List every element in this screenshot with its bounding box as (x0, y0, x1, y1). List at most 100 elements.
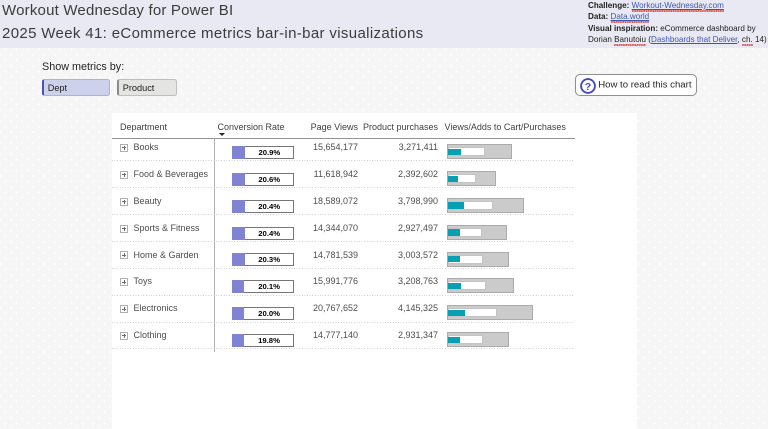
page-views-value: 14,781,539 (313, 250, 358, 260)
department-label: Books (134, 142, 159, 152)
table-row[interactable]: Food & Beverages 20.6% 11,618,942 2,392,… (112, 161, 575, 188)
table-row[interactable]: Clothing 19.8% 14,777,140 2,931,347 (112, 323, 575, 350)
table-row[interactable]: Sports & Fitness 20.4% 14,344,070 2,927,… (112, 215, 575, 242)
conversion-rate-fill (232, 227, 245, 240)
table-row[interactable]: Books 20.9% 15,654,177 3,271,411 (112, 135, 575, 162)
conversion-rate-fill (232, 200, 245, 213)
column-header-department[interactable]: Department (120, 122, 167, 132)
credits-challenge-line: Challenge: Workout-Wednesday.com (588, 0, 767, 11)
help-button[interactable]: ? How to read this chart (575, 74, 697, 96)
challenge-label: Challenge: (588, 1, 629, 10)
conversion-rate-value: 20.9% (245, 146, 294, 159)
help-button-label: How to read this chart (598, 80, 691, 91)
expand-plus-icon[interactable] (120, 144, 128, 152)
product-button-label: Product (123, 83, 155, 93)
purchases-bar (448, 283, 461, 289)
column-header-views-adds-purchases[interactable]: Views/Adds to Cart/Purchases (445, 122, 566, 132)
inspiration-text: eCommerce dashboard by (660, 24, 755, 33)
conversion-rate-bar: 20.4% (232, 227, 294, 240)
department-label: Beauty (134, 196, 162, 206)
purchases-bar (448, 229, 460, 235)
conversion-rate-value: 20.3% (245, 253, 294, 266)
data-link[interactable]: Data.world (611, 12, 650, 21)
table-row[interactable]: Home & Garden 20.3% 14,781,539 3,003,572 (112, 242, 575, 269)
expand-plus-icon[interactable] (120, 251, 128, 259)
product-purchases-value: 2,392,602 (398, 169, 438, 179)
report-canvas: Workout Wednesday for Power BI 2025 Week… (0, 0, 768, 429)
purchases-bar (448, 310, 465, 316)
conversion-rate-value: 20.1% (244, 280, 293, 293)
conversion-rate-fill (232, 307, 244, 320)
purchases-bar (448, 337, 460, 343)
expand-plus-icon[interactable] (120, 171, 128, 179)
product-purchases-value: 4,145,325 (398, 303, 438, 313)
page-views-value: 14,344,070 (313, 223, 358, 233)
conversion-rate-fill (232, 173, 245, 186)
conversion-rate-fill (232, 334, 244, 347)
conversion-rate-bar: 20.6% (232, 173, 294, 186)
spellcheck-squiggle: Data.world (611, 12, 650, 21)
product-purchases-value: 2,927,497 (398, 223, 438, 233)
author-name: Banutoiu (614, 35, 646, 44)
conversion-rate-bar: 19.8% (232, 334, 294, 347)
expand-plus-icon[interactable] (120, 198, 128, 206)
report-header: Workout Wednesday for Power BI 2025 Week… (0, 0, 768, 48)
conversion-rate-value: 19.8% (244, 334, 294, 347)
purchases-bar (448, 149, 462, 155)
dept-button-label: Dept (48, 83, 67, 93)
product-button[interactable]: Product (117, 79, 177, 96)
expand-plus-icon[interactable] (120, 305, 128, 313)
product-purchases-value: 3,798,990 (398, 196, 438, 206)
credits-block: Challenge: Workout-Wednesday.com Data: D… (588, 0, 767, 45)
credits-author-line: Dorian Banutoiu (Dashboards that Deliver… (588, 34, 767, 45)
conversion-rate-bar: 20.1% (232, 280, 294, 293)
expand-plus-icon[interactable] (120, 225, 128, 233)
conversion-rate-fill (232, 146, 245, 159)
column-header-conversion-rate[interactable]: Conversion Rate (218, 122, 285, 132)
conversion-rate-value: 20.0% (244, 307, 293, 320)
credits-data-line: Data: Data.world (588, 11, 767, 22)
conversion-rate-fill (232, 280, 244, 293)
department-label: Sports & Fitness (134, 223, 200, 233)
product-purchases-value: 2,931,347 (398, 330, 438, 340)
product-purchases-value: 3,271,411 (399, 142, 438, 152)
column-header-product-purchases[interactable]: Product purchases (363, 122, 438, 132)
chapter-number: 14) (753, 35, 767, 44)
department-label: Clothing (134, 330, 167, 340)
conversion-rate-value: 20.4% (245, 200, 294, 213)
report-subtitle: 2025 Week 41: eCommerce metrics bar-in-b… (2, 25, 424, 42)
report-title: Workout Wednesday for Power BI (2, 2, 233, 19)
row-separator (112, 348, 575, 349)
table-row[interactable]: Beauty 20.4% 18,589,072 3,798,990 (112, 188, 575, 215)
credits-inspiration-line: Visual inspiration: eCommerce dashboard … (588, 23, 767, 34)
conversion-rate-bar: 20.3% (232, 253, 294, 266)
table-row[interactable]: Toys 20.1% 15,991,776 3,208,763 (112, 269, 575, 296)
dept-button[interactable]: Dept (42, 79, 110, 96)
table-row[interactable]: Electronics 20.0% 20,767,652 4,145,325 (112, 296, 575, 323)
conversion-rate-bar: 20.0% (232, 307, 294, 320)
purchases-bar (448, 256, 460, 262)
data-label: Data: (588, 12, 608, 21)
spellcheck-squiggle: Workout-Wednesday.com (632, 1, 724, 10)
department-label: Food & Beverages (134, 169, 209, 179)
page-views-value: 20,767,652 (313, 303, 358, 313)
purchases-bar (448, 202, 464, 208)
page-views-value: 14,777,140 (313, 330, 358, 340)
challenge-link[interactable]: Workout-Wednesday.com (632, 1, 724, 10)
page-views-value: 11,618,942 (314, 169, 358, 179)
department-label: Toys (134, 276, 153, 286)
page-views-value: 15,654,177 (313, 142, 358, 152)
matrix-visual: Department Conversion Rate Page Views Pr… (112, 113, 637, 429)
question-mark-circle-icon: ? (580, 78, 596, 94)
product-purchases-value: 3,208,763 (398, 276, 438, 286)
chapter-abbrev: ch. (742, 35, 753, 44)
page-views-value: 18,589,072 (313, 196, 358, 206)
book-link[interactable]: Dashboards that Deliver (651, 35, 737, 44)
department-label: Electronics (134, 303, 178, 313)
column-header-page-views[interactable]: Page Views (311, 122, 358, 132)
expand-plus-icon[interactable] (120, 278, 128, 286)
inspiration-label: Visual inspiration: (588, 24, 658, 33)
question-glyph: ? (585, 81, 591, 93)
expand-plus-icon[interactable] (120, 332, 128, 340)
conversion-rate-bar: 20.9% (232, 146, 294, 159)
